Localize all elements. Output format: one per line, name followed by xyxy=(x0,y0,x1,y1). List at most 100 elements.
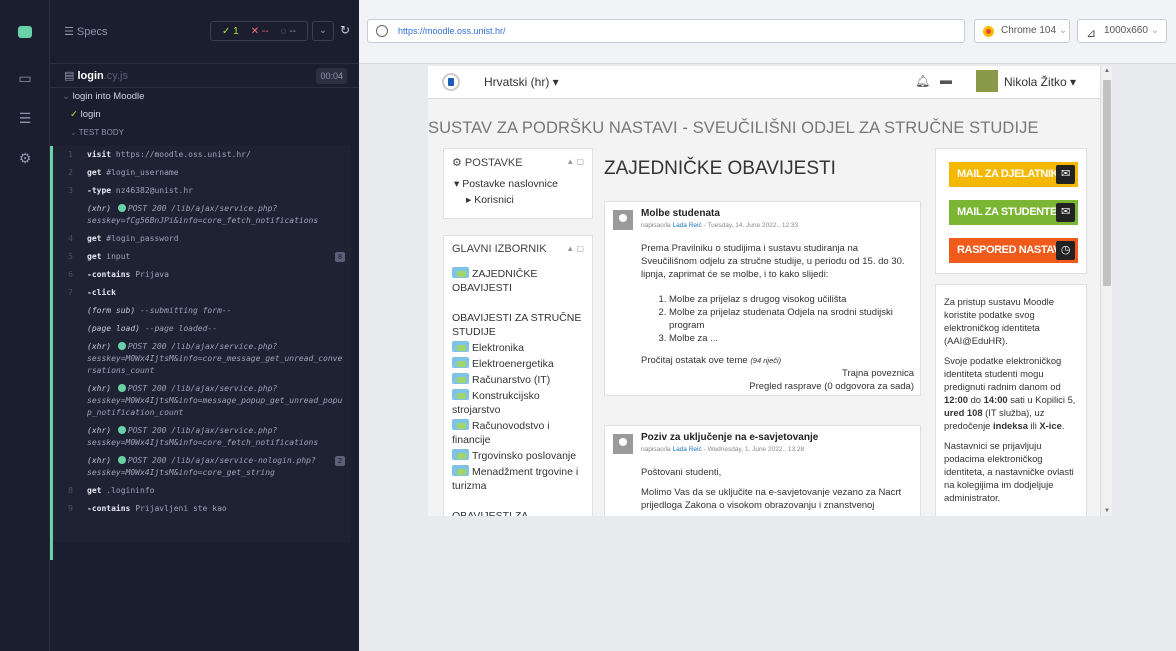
command-row[interactable]: 2 get #login_username xyxy=(53,164,351,182)
post-title[interactable]: Molbe studenata xyxy=(641,208,720,219)
active-test-bar xyxy=(50,146,53,560)
command-message: Prijavljeni ste kao xyxy=(135,504,227,513)
forum-icon xyxy=(452,267,469,278)
test-row[interactable]: ✓ login xyxy=(50,106,359,124)
command-row[interactable]: 5 get input 8 xyxy=(53,248,351,266)
discussion-link[interactable]: Pregled rasprave (0 odgovora za sada) xyxy=(749,380,914,393)
command-number: 7 xyxy=(68,288,73,297)
user-avatar[interactable] xyxy=(976,70,998,92)
command-row[interactable]: 8 get .logininfo xyxy=(53,482,351,500)
block-controls-icon[interactable]: ▲ ▢ xyxy=(566,157,584,166)
menu-link-common-news[interactable]: ZAJEDNIČKE OBAVIJESTI xyxy=(452,266,584,296)
viewport-icon: ⊿ xyxy=(1086,26,1097,40)
command-row[interactable]: (form sub) --submitting form-- xyxy=(53,302,351,320)
test-title: login xyxy=(80,109,101,120)
info-paragraph-2: Svoje podatke elektroničkog identiteta s… xyxy=(944,355,1076,431)
command-row[interactable]: 1 visit https://moodle.oss.unist.hr/ xyxy=(53,146,351,164)
chrome-icon xyxy=(983,26,994,37)
pending-count: ◌ -- xyxy=(280,25,296,37)
info-paragraph-1: Za pristup sustavu Moodle koristite poda… xyxy=(944,296,1054,346)
scroll-up-icon[interactable]: ▲ xyxy=(1104,68,1110,74)
test-body-header[interactable]: ⌄ TEST BODY xyxy=(50,124,359,142)
command-number: 6 xyxy=(68,270,73,279)
command-text: -contains Prijava xyxy=(87,269,351,281)
count-badge: 2 xyxy=(335,456,345,466)
language-menu[interactable]: Hrvatski (hr) ▾ xyxy=(484,75,559,89)
command-number xyxy=(53,425,87,449)
command-row[interactable]: 4 get #login_password xyxy=(53,230,351,248)
scrollbar-thumb[interactable] xyxy=(1103,80,1111,286)
user-menu[interactable]: Nikola Žitko ▾ xyxy=(1004,75,1076,89)
command-text: get .logininfo xyxy=(87,485,351,497)
menu-link-course[interactable]: Elektronika xyxy=(452,340,584,356)
command-text: (xhr) POST 200 /lib/ajax/service-nologin… xyxy=(87,455,351,479)
command-text: (xhr) POST 200 /lib/ajax/service.php? ses… xyxy=(87,425,351,449)
news-post-2: Poziv za uključenje na e-savjetovanje na… xyxy=(604,425,921,516)
post-greeting: Poštovani studenti, xyxy=(641,467,722,478)
command-name: (xhr) xyxy=(87,456,112,465)
settings-gear-icon[interactable]: ⚙ xyxy=(17,150,33,167)
main-menu-block: GLAVNI IZBORNIK ▲ ▢ ZAJEDNIČKE OBAVIJESTI… xyxy=(443,235,593,516)
command-message: nz46382@unist.hr xyxy=(115,186,193,195)
command-text: -click xyxy=(87,287,351,299)
command-row[interactable]: 9 -contains Prijavljeni ste kao xyxy=(53,500,351,518)
url-bar[interactable]: https://moodle.oss.unist.hr/ xyxy=(367,19,965,43)
viewport-label: 1000x660 xyxy=(1104,25,1148,36)
notifications-bell-icon[interactable]: 🔔︎ xyxy=(915,74,930,88)
post-intro: Prema Pravilniku o studijima i sustavu s… xyxy=(641,243,905,280)
link-button[interactable]: MAIL ZA STUDENTE ✉ xyxy=(949,200,1078,225)
runs-icon[interactable]: ▭ xyxy=(17,70,33,87)
block-controls-icon[interactable]: ▲ ▢ xyxy=(566,244,584,253)
command-row[interactable]: (xhr) POST 200 /lib/ajax/service.php? ses… xyxy=(53,338,351,380)
command-message: .logininfo xyxy=(106,486,155,495)
command-row[interactable]: (xhr) POST 200 /lib/ajax/service.php? ses… xyxy=(53,200,351,230)
suite-row[interactable]: ⌄ login into Moodle xyxy=(50,88,359,106)
messages-icon[interactable]: ▬ xyxy=(940,73,952,87)
read-more-link[interactable]: Pročitaj ostatak ove teme (94 riječi) xyxy=(641,354,781,367)
viewport-size-button[interactable]: ⊿ 1000x660 ⌄ xyxy=(1077,19,1167,43)
command-row[interactable]: (xhr) POST 200 /lib/ajax/service-nologin… xyxy=(53,452,351,482)
chevron-down-icon[interactable]: ⌄ xyxy=(312,21,334,41)
command-message: https://moodle.oss.unist.hr/ xyxy=(115,150,251,159)
post-author[interactable]: Lada Reić xyxy=(672,222,701,229)
command-number: 4 xyxy=(68,234,73,243)
menu-link-course[interactable]: Elektroenergetika xyxy=(452,356,584,372)
page-scrollbar[interactable]: ▲ ▼ xyxy=(1100,66,1112,516)
info-paragraph-3: Nastavnici se prijavljuju podacima elekt… xyxy=(944,440,1074,503)
menu-link-course[interactable]: Računarstvo (IT) xyxy=(452,372,584,388)
settings-item-frontpage[interactable]: ▾ Postavke naslovnice xyxy=(444,176,592,192)
status-dot-icon xyxy=(117,204,126,212)
link-button[interactable]: RASPORED NASTAVE ◷ xyxy=(949,238,1078,263)
restart-icon[interactable]: ↻ xyxy=(334,21,356,41)
command-row[interactable]: (xhr) POST 200 /lib/ajax/service.php? ses… xyxy=(53,380,351,422)
post-title[interactable]: Poziv za uključenje na e-savjetovanje xyxy=(641,432,818,443)
command-row[interactable]: 3 -type nz46382@unist.hr xyxy=(53,182,351,200)
spec-file-row: ▤ login.cy.js 00:04 xyxy=(50,64,359,88)
specs-list-icon[interactable]: ☰ xyxy=(17,110,33,127)
command-number xyxy=(53,455,87,479)
browser-label: Chrome 104 xyxy=(1001,25,1057,36)
spec-file-ext: .cy.js xyxy=(103,70,128,82)
post-author[interactable]: Lada Reić xyxy=(672,446,701,453)
permalink-link[interactable]: Trajna poveznica xyxy=(842,367,914,380)
command-row[interactable]: 6 -contains Prijava xyxy=(53,266,351,284)
moodle-logo-icon[interactable] xyxy=(442,73,460,91)
browser-select[interactable]: Chrome 104 ⌄ xyxy=(974,19,1070,43)
menu-link-course[interactable]: Računovodstvo i financije xyxy=(452,418,584,448)
command-message: input xyxy=(106,252,131,261)
command-message: POST 200 /lib/ajax/service.php? xyxy=(127,342,278,351)
menu-link-course[interactable]: Trgovinsko poslovanje xyxy=(452,448,584,464)
menu-link-course[interactable]: Konstrukcijsko strojarstvo xyxy=(452,388,584,418)
cypress-logo-icon[interactable] xyxy=(18,26,32,38)
link-button[interactable]: MAIL ZA DJELATNIKE ✉ xyxy=(949,162,1078,187)
settings-item-users[interactable]: ▸ Korisnici xyxy=(444,192,592,208)
menu-link-course[interactable]: Menadžment trgovine i turizma xyxy=(452,464,584,494)
command-row[interactable]: 7 -click xyxy=(53,284,351,302)
post-list-item: Molbe za ... xyxy=(669,332,907,345)
specs-toggle[interactable]: ☰ Specs xyxy=(64,25,108,38)
command-number: 5 xyxy=(68,252,73,261)
scroll-down-icon[interactable]: ▼ xyxy=(1104,508,1110,514)
command-row[interactable]: (page load) --page loaded-- xyxy=(53,320,351,338)
command-row[interactable]: (xhr) POST 200 /lib/ajax/service.php? ses… xyxy=(53,422,351,452)
passed-count: ✓ 1 xyxy=(222,25,239,37)
